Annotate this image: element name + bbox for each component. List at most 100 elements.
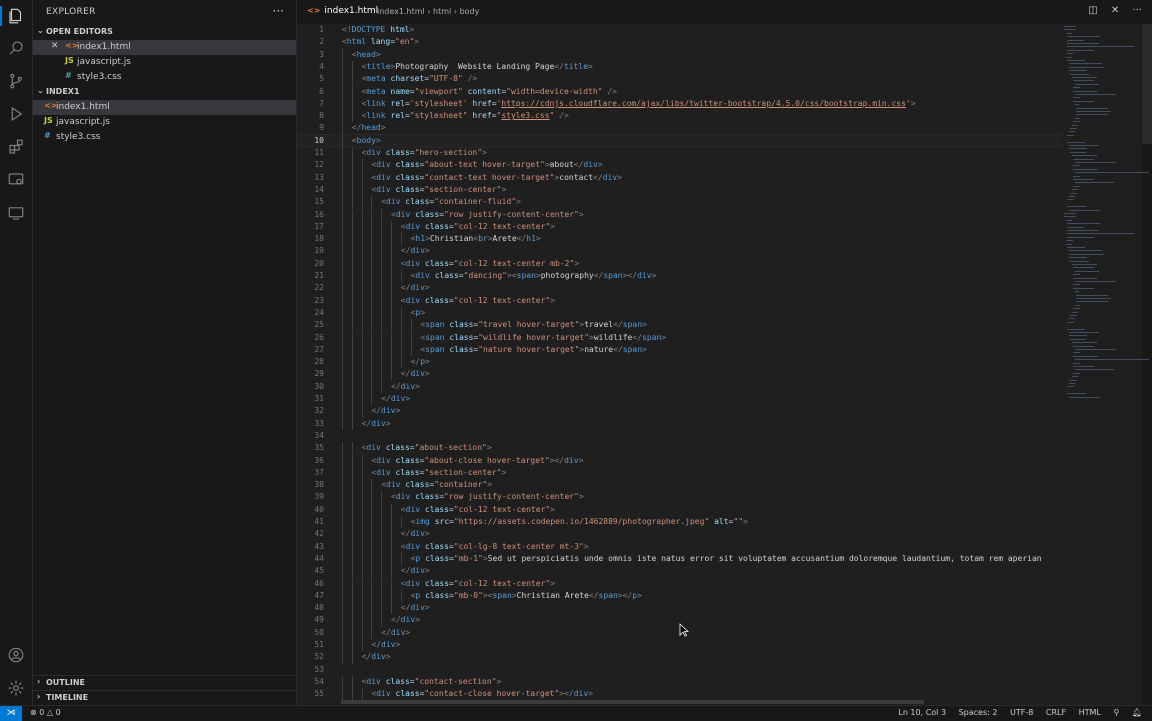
remote-explorer-icon[interactable] <box>6 170 26 190</box>
feedback-icon[interactable]: ⚲ <box>1113 708 1119 717</box>
code-line[interactable]: 17 <div class="col-12 text-center"> <box>297 220 1062 234</box>
code-line[interactable]: 13 <div class="contact-text hover-target"… <box>297 171 1062 184</box>
extensions-icon[interactable] <box>6 137 26 157</box>
code-line[interactable]: 14 <div class="section-center"> <box>297 183 1062 197</box>
code-line[interactable]: 8 <link rel="stylesheet" href="style3.css… <box>297 110 1062 123</box>
code-line[interactable]: 46 <div class="col-12 text-center"> <box>297 577 1062 590</box>
folder-header-index1[interactable]: ⌄ INDEX1 <box>33 86 296 100</box>
code-line[interactable]: 26 <span class="wildlife hover-target">wi… <box>297 331 1062 344</box>
code-text: <div class="container-fluid"> <box>381 197 521 207</box>
code-line[interactable]: 29 </div> <box>297 368 1062 381</box>
close-editor-icon[interactable]: ✕ <box>1111 5 1119 16</box>
code-line[interactable]: 4 <title>Photography Website Landing Page… <box>297 60 1062 74</box>
code-line[interactable]: 3 <head> <box>297 48 1062 61</box>
notifications-icon[interactable]: 🔔︎ <box>1132 708 1142 717</box>
remote-indicator-icon[interactable]: ⋊ <box>0 706 22 721</box>
code-line[interactable]: 23 <div class="col-12 text-center"> <box>297 294 1062 307</box>
code-line[interactable]: 55 <div class="contact-close hover-target… <box>297 688 1062 701</box>
code-line[interactable]: 11 <div class="hero-section"> <box>297 147 1062 160</box>
open-editor-item-javascript-js[interactable]: JS javascript.js <box>33 55 296 70</box>
timeline-section-header[interactable]: › TIMELINE <box>33 690 296 705</box>
open-editor-item-style3-css[interactable]: # style3.css <box>33 70 296 85</box>
more-actions-icon[interactable]: ··· <box>273 4 284 18</box>
horizontal-scrollbar[interactable] <box>341 700 924 704</box>
code-line[interactable]: 39 <div class="row justify-content-center… <box>297 491 1062 504</box>
split-editor-icon[interactable]: ◫ <box>1088 5 1097 16</box>
more-actions-icon[interactable]: ··· <box>1132 5 1142 16</box>
code-line[interactable]: 30 </div> <box>297 380 1062 393</box>
code-line[interactable]: 9 </head> <box>297 122 1062 135</box>
code-line[interactable]: 54 <div class="contact-section"> <box>297 675 1062 689</box>
code-line[interactable]: 2 <html lang="en"> <box>297 36 1062 48</box>
open-editor-item-index1-html[interactable]: ✕ <> index1.html <box>33 40 296 55</box>
file-item-index1-html[interactable]: <> index1.html <box>33 100 296 115</box>
code-line[interactable]: 36 <div class="about-close hover-target">… <box>297 454 1062 467</box>
search-icon[interactable] <box>6 38 26 58</box>
code-line[interactable]: 40 <div class="col-12 text-center"> <box>297 503 1062 516</box>
close-icon[interactable]: ✕ <box>51 41 59 51</box>
problems-indicator[interactable]: ⊗ 0 △ 0 <box>30 708 61 717</box>
code-line[interactable]: 47 <p class="mb-0"><span>Christian Arete<… <box>297 589 1062 603</box>
code-line[interactable]: 10 <body> <box>297 133 1062 149</box>
indent-guide <box>391 602 392 615</box>
code-line[interactable]: 5 <meta charset="UTF-8" /> <box>297 73 1062 86</box>
encoding[interactable]: UTF-8 <box>1010 708 1033 717</box>
code-line[interactable]: 31 </div> <box>297 393 1062 406</box>
code-line[interactable]: 35 <div class="about-section"> <box>297 442 1062 455</box>
code-line[interactable]: 15 <div class="container-fluid"> <box>297 196 1062 209</box>
account-icon[interactable] <box>6 645 26 665</box>
code-line[interactable]: 7 <link rel='stylesheet' href='https://cd… <box>297 97 1062 111</box>
code-line[interactable]: 12 <div class="about-text hover-target">a… <box>297 159 1062 172</box>
code-line[interactable]: 24 <p> <box>297 306 1062 320</box>
explorer-title: EXPLORER <box>46 7 96 17</box>
code-editor[interactable]: 1 <!DOCTYPE html> 2 <html lang="en"> 3 <head>… <box>297 24 1062 705</box>
code-line[interactable]: 22 </div> <box>297 282 1062 295</box>
code-line[interactable]: 32 </div> <box>297 405 1062 418</box>
code-line[interactable]: 34 <box>297 430 1062 442</box>
minimap-line <box>1071 311 1079 313</box>
run-debug-icon[interactable] <box>6 104 26 124</box>
code-line[interactable]: 51 </div> <box>297 639 1062 652</box>
code-line[interactable]: 33 </div> <box>297 417 1062 430</box>
code-line[interactable]: 41 <img src="https://assets.codepen.io/14… <box>297 516 1062 529</box>
minimap[interactable] <box>1062 24 1149 705</box>
code-line[interactable]: 18 <h1>Christian<br>Arete</h1> <box>297 233 1062 246</box>
code-text: <div class="contact-section"> <box>361 676 502 686</box>
code-text: <!DOCTYPE html> <box>342 25 415 34</box>
code-line[interactable]: 27 <span class="nature hover-target">natu… <box>297 343 1062 357</box>
code-line[interactable]: 48 </div> <box>297 602 1062 615</box>
code-line[interactable]: 42 </div> <box>297 528 1062 541</box>
chevron-right-icon: › <box>37 677 41 686</box>
files-icon[interactable] <box>6 6 26 26</box>
tab-index1-html[interactable]: <> index1.html <box>307 6 378 16</box>
settings-gear-icon[interactable] <box>6 678 26 698</box>
code-line[interactable]: 37 <div class="section-center"> <box>297 466 1062 480</box>
testing-icon[interactable] <box>6 203 26 223</box>
file-item-javascript-js[interactable]: JS javascript.js <box>33 115 296 130</box>
code-line[interactable]: 45 </div> <box>297 565 1062 578</box>
code-line[interactable]: 52 </div> <box>297 651 1062 664</box>
code-line[interactable]: 16 <div class="row justify-content-center… <box>297 208 1062 221</box>
outline-section-header[interactable]: › OUTLINE <box>33 675 296 690</box>
code-line[interactable]: 1 <!DOCTYPE html> <box>297 24 1062 36</box>
file-item-style3-css[interactable]: # style3.css <box>33 130 296 145</box>
code-line[interactable]: 20 <div class="col-12 text-center mb-2"> <box>297 257 1062 270</box>
code-line[interactable]: 43 <div class="col-lg-8 text-center mt-3"… <box>297 540 1062 553</box>
code-line[interactable]: 53 <box>297 664 1062 676</box>
code-line[interactable]: 25 <span class="travel hover-target">trav… <box>297 319 1062 332</box>
indentation[interactable]: Spaces: 2 <box>959 708 998 717</box>
code-line[interactable]: 19 </div> <box>297 245 1062 258</box>
language-mode[interactable]: HTML <box>1079 708 1101 717</box>
open-editors-header[interactable]: ⌄ OPEN EDITORS <box>33 26 296 40</box>
vertical-scrollbar[interactable] <box>1142 24 1152 144</box>
cursor-position[interactable]: Ln 10, Col 3 <box>898 708 946 717</box>
code-line[interactable]: 28 </p> <box>297 356 1062 369</box>
code-line[interactable]: 6 <meta name="viewport" content="width=de… <box>297 85 1062 98</box>
line-ending[interactable]: CRLF <box>1046 708 1066 717</box>
code-text: <link rel="stylesheet" href="style3.css"… <box>361 111 569 121</box>
source-control-icon[interactable] <box>6 71 26 91</box>
code-line[interactable]: 21 <div class="dancing"><span>photography… <box>297 270 1062 283</box>
code-line[interactable]: 44 <p class="mb-1">Sed ut perspiciatis un… <box>297 552 1062 566</box>
code-line[interactable]: 38 <div class="container"> <box>297 479 1062 492</box>
indent-guide <box>351 257 353 270</box>
